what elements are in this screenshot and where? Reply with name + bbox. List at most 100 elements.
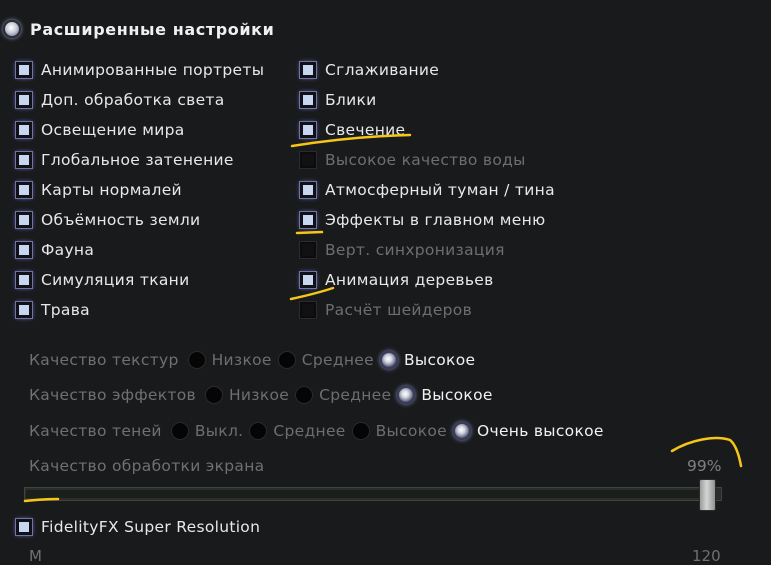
radio-icon[interactable] bbox=[397, 386, 416, 404]
radio-icon[interactable] bbox=[351, 422, 370, 440]
left-checkbox-row[interactable]: Освещение мира bbox=[15, 115, 185, 145]
fsr-checkbox-row[interactable]: FidelityFX Super Resolution bbox=[15, 512, 261, 542]
quality-option[interactable]: Выкл. bbox=[170, 422, 244, 440]
checkbox-icon[interactable] bbox=[299, 151, 317, 169]
bottom-left-text: М bbox=[29, 547, 42, 565]
right-checkbox-row[interactable]: Эффекты в главном меню bbox=[299, 205, 546, 235]
right-checkbox-row[interactable]: Блики bbox=[299, 85, 377, 115]
checkbox-label: Эффекты в главном меню bbox=[325, 211, 546, 229]
quality-option[interactable]: Высокое bbox=[351, 422, 447, 440]
shadow-quality-row: Качество теней Выкл. Среднее Высокое Очень в… bbox=[29, 416, 610, 446]
checkbox-label: Глобальное затенение bbox=[41, 151, 234, 169]
quality-option[interactable]: Высокое bbox=[397, 386, 492, 404]
checkbox-icon[interactable] bbox=[299, 181, 317, 199]
radio-icon[interactable] bbox=[452, 422, 471, 440]
bottom-right-text: 120 bbox=[692, 547, 721, 565]
left-checkbox-row[interactable]: Объёмность земли bbox=[15, 205, 201, 235]
left-checkbox-row[interactable]: Фауна bbox=[15, 235, 95, 265]
checkbox-icon[interactable] bbox=[15, 241, 33, 259]
checkbox-label: Объёмность земли bbox=[41, 211, 201, 229]
section-radio-icon[interactable] bbox=[3, 20, 21, 38]
checkbox-icon[interactable] bbox=[15, 91, 33, 109]
right-checkbox-row[interactable]: Атмосферный туман / тина bbox=[299, 175, 555, 205]
radio-icon[interactable] bbox=[379, 351, 398, 369]
quality-option-label: Высокое bbox=[421, 386, 493, 404]
checkbox-label: Доп. обработка света bbox=[41, 91, 225, 109]
checkbox-label: Верт. синхронизация bbox=[325, 241, 505, 259]
quality-option-label: Среднее bbox=[273, 422, 346, 440]
left-checkbox-row[interactable]: Симуляция ткани bbox=[15, 265, 190, 295]
quality-option[interactable]: Очень высокое bbox=[452, 422, 604, 440]
radio-icon[interactable] bbox=[249, 422, 268, 440]
radio-icon[interactable] bbox=[295, 386, 314, 404]
checkbox-label: Блики bbox=[325, 91, 377, 109]
quality-option[interactable]: Среднее bbox=[295, 386, 391, 404]
quality-option-label: Среднее bbox=[319, 386, 392, 404]
checkbox-icon[interactable] bbox=[299, 61, 317, 79]
screen-processing-label: Качество обработки экрана bbox=[29, 457, 265, 475]
section-header[interactable]: Расширенные настройки bbox=[0, 15, 274, 43]
quality-option-label: Выкл. bbox=[194, 422, 244, 440]
left-checkbox-row[interactable]: Доп. обработка света bbox=[15, 85, 225, 115]
checkbox-icon[interactable] bbox=[15, 151, 33, 169]
quality-option-label: Высокое bbox=[375, 422, 447, 440]
checkbox-label: Высокое качество воды bbox=[325, 151, 526, 169]
radio-icon[interactable] bbox=[277, 351, 296, 369]
checkbox-icon[interactable] bbox=[299, 241, 317, 259]
quality-option[interactable]: Среднее bbox=[277, 351, 374, 369]
quality-option[interactable]: Высокое bbox=[379, 351, 476, 369]
quality-label: Качество теней bbox=[29, 422, 162, 440]
checkbox-label: Анимированные портреты bbox=[41, 61, 265, 79]
checkbox-label: Симуляция ткани bbox=[41, 271, 190, 289]
checkbox-label: Сглаживание bbox=[325, 61, 440, 79]
radio-icon[interactable] bbox=[187, 351, 206, 369]
radio-icon[interactable] bbox=[170, 422, 189, 440]
quality-option-label: Очень высокое bbox=[476, 422, 604, 440]
checkbox-label: Атмосферный туман / тина bbox=[325, 181, 555, 199]
checkbox-icon[interactable] bbox=[299, 121, 317, 139]
slider-handle[interactable] bbox=[699, 479, 717, 511]
quality-option-label: Среднее bbox=[301, 351, 374, 369]
right-checkbox-row[interactable]: Анимация деревьев bbox=[299, 265, 494, 295]
checkbox-label: Расчёт шейдеров bbox=[325, 301, 473, 319]
checkbox-label: Свечение bbox=[325, 121, 406, 139]
left-checkbox-row[interactable]: Карты нормалей bbox=[15, 175, 182, 205]
checkbox-icon[interactable] bbox=[15, 61, 33, 79]
right-checkbox-row[interactable]: Свечение bbox=[299, 115, 406, 145]
left-checkbox-row[interactable]: Анимированные портреты bbox=[15, 55, 265, 85]
quality-option-label: Низкое bbox=[228, 386, 290, 404]
quality-option[interactable]: Низкое bbox=[204, 386, 290, 404]
right-checkbox-row[interactable]: Сглаживание bbox=[299, 55, 440, 85]
checkbox-icon[interactable] bbox=[15, 518, 33, 536]
checkbox-label: Фауна bbox=[41, 241, 95, 259]
checkbox-icon[interactable] bbox=[299, 301, 317, 319]
quality-option[interactable]: Среднее bbox=[249, 422, 345, 440]
checkbox-icon[interactable] bbox=[15, 211, 33, 229]
quality-label: Качество текстур bbox=[29, 351, 179, 369]
screen-processing-slider[interactable] bbox=[24, 487, 722, 501]
checkbox-label: Анимация деревьев bbox=[325, 271, 494, 289]
fsr-label: FidelityFX Super Resolution bbox=[41, 518, 261, 536]
quality-option-label: Низкое bbox=[211, 351, 272, 369]
checkbox-icon[interactable] bbox=[299, 271, 317, 289]
checkbox-label: Освещение мира bbox=[41, 121, 185, 139]
screen-processing-value: 99% bbox=[687, 457, 722, 475]
right-checkbox-row[interactable]: Верт. синхронизация bbox=[299, 235, 505, 265]
checkbox-icon[interactable] bbox=[299, 91, 317, 109]
quality-option[interactable]: Низкое bbox=[187, 351, 272, 369]
checkbox-icon[interactable] bbox=[15, 181, 33, 199]
checkbox-icon[interactable] bbox=[15, 301, 33, 319]
quality-option-label: Высокое bbox=[403, 351, 476, 369]
radio-icon[interactable] bbox=[204, 386, 223, 404]
quality-label: Качество эффектов bbox=[29, 386, 196, 404]
checkbox-icon[interactable] bbox=[15, 271, 33, 289]
right-checkbox-row[interactable]: Расчёт шейдеров bbox=[299, 295, 473, 325]
checkbox-label: Трава bbox=[41, 301, 90, 319]
left-checkbox-row[interactable]: Глобальное затенение bbox=[15, 145, 234, 175]
texture-quality-row: Качество текстур Низкое Среднее Высокое bbox=[29, 345, 481, 375]
checkbox-icon[interactable] bbox=[299, 211, 317, 229]
left-checkbox-row[interactable]: Трава bbox=[15, 295, 90, 325]
right-checkbox-row[interactable]: Высокое качество воды bbox=[299, 145, 526, 175]
effects-quality-row: Качество эффектов Низкое Среднее Высокое bbox=[29, 380, 499, 410]
checkbox-icon[interactable] bbox=[15, 121, 33, 139]
